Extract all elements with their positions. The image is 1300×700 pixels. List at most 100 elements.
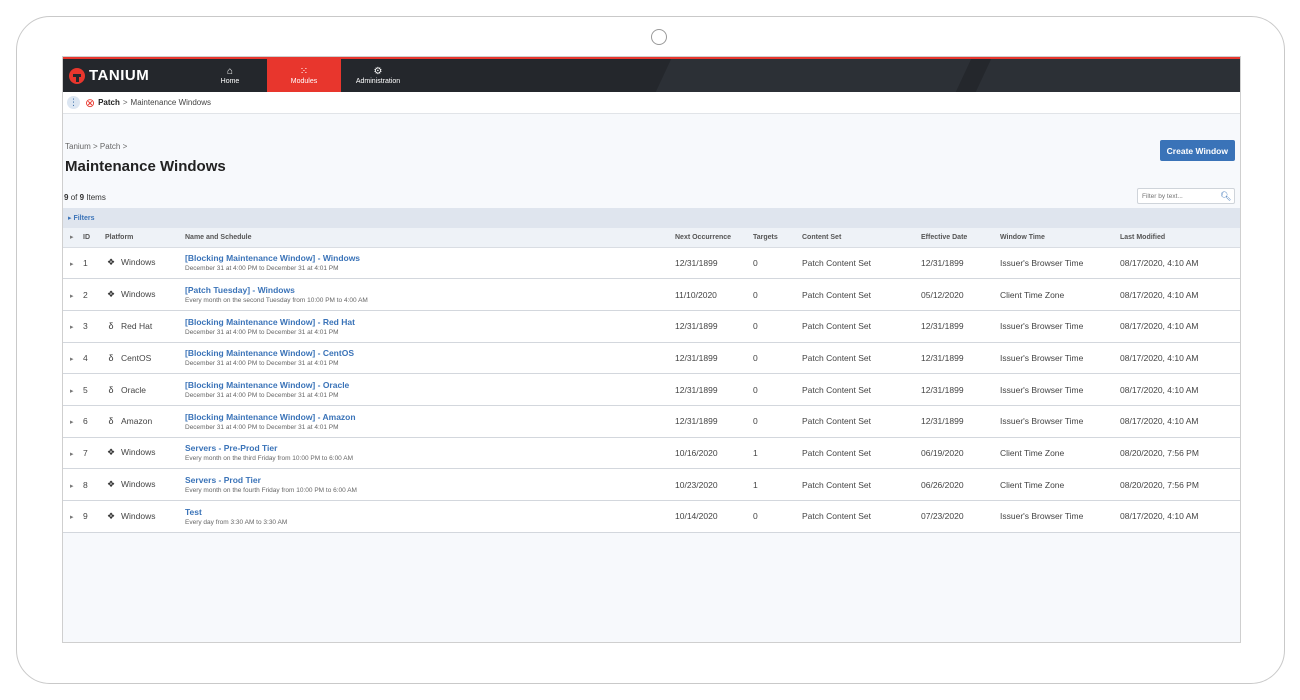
cell-id: 9 <box>83 500 105 533</box>
search-icon[interactable]: 🔍︎ <box>1220 191 1231 202</box>
cell-last-modified: 08/17/2020, 4:10 AM <box>1120 278 1240 311</box>
caret-right-icon[interactable]: ▸ <box>63 483 74 490</box>
cell-window-time: Issuer's Browser Time <box>1000 373 1120 406</box>
table-row[interactable]: ▸ 7 ❖ Windows Servers - Pre-Prod Tier Every m… <box>63 437 1240 470</box>
cell-last-modified: 08/17/2020, 4:10 AM <box>1120 373 1240 406</box>
cell-targets: 0 <box>753 373 802 406</box>
filter-input[interactable] <box>1138 189 1218 203</box>
breadcrumb-module[interactable]: Patch <box>98 98 120 107</box>
column-header[interactable]: Window Time <box>1000 228 1120 248</box>
tanium-logo[interactable]: TANIUM <box>63 59 193 92</box>
nav-label: Administration <box>355 78 401 85</box>
cell-targets: 0 <box>753 310 802 343</box>
caret-right-icon[interactable]: ▸ <box>63 324 74 331</box>
cell-content-set: Patch Content Set <box>802 405 921 438</box>
window-name-link[interactable]: [Patch Tuesday] - Windows <box>185 285 675 295</box>
nav-modules[interactable]: ⁙ Modules <box>267 59 341 92</box>
cell-id: 7 <box>83 437 105 470</box>
windows-icon: ❖ <box>106 510 116 521</box>
count-label: Items <box>86 193 106 202</box>
item-count: 9 of 9 Items <box>64 193 106 202</box>
home-icon: ⌂ <box>226 66 234 77</box>
cell-next-occurrence: 12/31/1899 <box>675 342 753 375</box>
window-name-link[interactable]: Test <box>185 507 675 517</box>
cell-window-time: Client Time Zone <box>1000 437 1120 470</box>
create-window-button[interactable]: Create Window <box>1159 140 1235 161</box>
table-row[interactable]: ▸ 4 δ CentOS [Blocking Maintenance Window] -… <box>63 342 1240 375</box>
column-header[interactable]: Content Set <box>802 228 921 248</box>
filter-box: 🔍︎ <box>1137 188 1235 204</box>
window-schedule: Every day from 3:30 AM to 3:30 AM <box>185 518 288 526</box>
column-header[interactable]: ID <box>83 228 105 248</box>
cell-id: 2 <box>83 278 105 311</box>
window-name-link[interactable]: Servers - Prod Tier <box>185 475 675 485</box>
expand-row-toggle[interactable]: ▸ <box>63 437 83 470</box>
logo-text: TANIUM <box>89 67 150 84</box>
count-shown: 9 <box>64 193 69 202</box>
table-row[interactable]: ▸ 6 δ Amazon [Blocking Maintenance Window] -… <box>63 405 1240 438</box>
cell-effective-date: 12/31/1899 <box>921 342 1000 375</box>
expand-row-toggle[interactable]: ▸ <box>63 278 83 311</box>
more-menu-icon[interactable]: ⋮ <box>67 96 80 109</box>
caret-right-icon[interactable]: ▸ <box>63 388 74 395</box>
table-row[interactable]: ▸ 1 ❖ Windows [Blocking Maintenance Window] … <box>63 247 1240 280</box>
table-row[interactable]: ▸ 3 δ Red Hat [Blocking Maintenance Window] … <box>63 310 1240 343</box>
cell-name-schedule: [Blocking Maintenance Window] - Red Hat D… <box>185 310 675 343</box>
caret-right-icon[interactable]: ▸ <box>63 261 74 268</box>
column-header[interactable]: Effective Date <box>921 228 1000 248</box>
cell-id: 8 <box>83 468 105 501</box>
table-row[interactable]: ▸ 9 ❖ Windows Test Every day from 3:30 AM to … <box>63 500 1240 533</box>
cell-id: 4 <box>83 342 105 375</box>
table-row[interactable]: ▸ 2 ❖ Windows [Patch Tuesday] - Windows Every… <box>63 278 1240 311</box>
cell-effective-date: 07/23/2020 <box>921 500 1000 533</box>
window-schedule: Every month on the fourth Friday from 10… <box>185 487 357 495</box>
expand-row-toggle[interactable]: ▸ <box>63 405 83 438</box>
column-header[interactable]: Platform <box>105 228 185 248</box>
column-header[interactable]: Name and Schedule <box>185 228 675 248</box>
caret-right-icon[interactable]: ▸ <box>63 293 74 300</box>
nav-administration[interactable]: ⚙ Administration <box>341 59 415 92</box>
cell-id: 6 <box>83 405 105 438</box>
filters-toggle[interactable]: ▸ Filters <box>63 208 1240 228</box>
expand-row-toggle[interactable]: ▸ <box>63 342 83 375</box>
caret-right-icon[interactable]: ▸ <box>63 514 74 521</box>
cell-platform: δ Oracle <box>105 373 185 406</box>
window-name-link[interactable]: [Blocking Maintenance Window] - CentOS <box>185 348 675 358</box>
caret-right-icon[interactable]: ▸ <box>63 451 74 458</box>
cell-effective-date: 06/26/2020 <box>921 468 1000 501</box>
window-name-link[interactable]: [Blocking Maintenance Window] - Red Hat <box>185 317 675 327</box>
window-schedule: December 31 at 4:00 PM to December 31 at… <box>185 328 339 336</box>
window-name-link[interactable]: [Blocking Maintenance Window] - Oracle <box>185 380 675 390</box>
expand-row-toggle[interactable]: ▸ <box>63 310 83 343</box>
column-header[interactable]: Next Occurrence <box>675 228 753 248</box>
platform-label: Windows <box>121 479 156 490</box>
column-header[interactable]: Last Modified <box>1120 228 1240 248</box>
cell-effective-date: 06/19/2020 <box>921 437 1000 470</box>
window-name-link[interactable]: [Blocking Maintenance Window] - Amazon <box>185 412 675 422</box>
expand-row-toggle[interactable]: ▸ <box>63 373 83 406</box>
page-title: Maintenance Windows <box>65 158 226 175</box>
linux-icon: δ <box>108 321 114 332</box>
table-row[interactable]: ▸ 8 ❖ Windows Servers - Prod Tier Every month… <box>63 468 1240 501</box>
cell-last-modified: 08/17/2020, 4:10 AM <box>1120 342 1240 375</box>
cell-content-set: Patch Content Set <box>802 373 921 406</box>
caret-right-icon[interactable]: ▸ <box>63 419 74 426</box>
window-schedule: Every month on the second Tuesday from 1… <box>185 297 368 305</box>
column-header[interactable]: Targets <box>753 228 802 248</box>
cell-platform: ❖ Windows <box>105 278 185 311</box>
table-row[interactable]: ▸ 5 δ Oracle [Blocking Maintenance Window] -… <box>63 373 1240 406</box>
cell-last-modified: 08/17/2020, 4:10 AM <box>1120 247 1240 280</box>
expand-row-toggle[interactable]: ▸ <box>63 500 83 533</box>
window-name-link[interactable]: [Blocking Maintenance Window] - Windows <box>185 253 675 263</box>
window-name-link[interactable]: Servers - Pre-Prod Tier <box>185 443 675 453</box>
expand-row-toggle[interactable]: ▸ <box>63 468 83 501</box>
expand-all-header[interactable]: ▸ <box>63 228 83 248</box>
page-breadcrumb[interactable]: Tanium > Patch > <box>65 142 127 151</box>
caret-right-icon[interactable]: ▸ <box>63 356 74 363</box>
window-schedule: December 31 at 4:00 PM to December 31 at… <box>185 265 339 273</box>
windows-icon: ❖ <box>106 257 116 268</box>
maintenance-windows-table: ▸ ID Platform Name and Schedule Next Occ… <box>63 228 1240 533</box>
expand-row-toggle[interactable]: ▸ <box>63 247 83 280</box>
cell-effective-date: 12/31/1899 <box>921 310 1000 343</box>
nav-home[interactable]: ⌂ Home <box>193 59 267 92</box>
